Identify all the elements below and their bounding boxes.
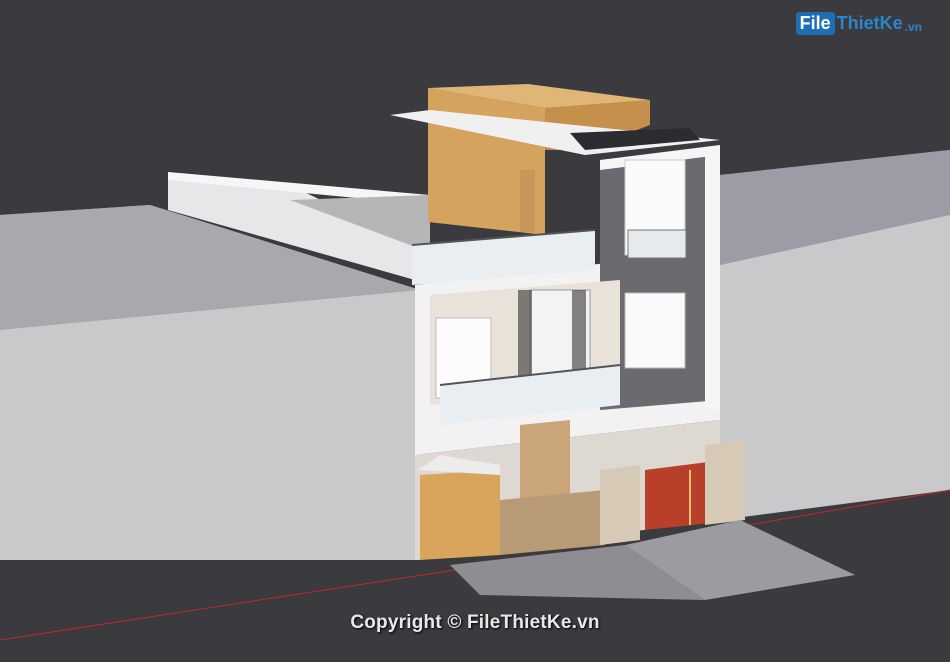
gate-pillar-mid — [600, 465, 640, 545]
decorative-screen-right — [572, 290, 586, 370]
second-floor-window-right — [624, 292, 686, 369]
upper-window-rail — [627, 229, 687, 259]
stair-door — [520, 170, 535, 232]
front-fence — [500, 490, 605, 555]
tower-side-frame — [705, 150, 720, 410]
logo-brand-text: ThietKe — [836, 13, 903, 33]
scene: File ThietKe .vn Copyright © FileThietKe… — [0, 0, 950, 657]
logo-file-text: File — [795, 12, 835, 35]
copyright-watermark: Copyright © FileThietKe.vn — [350, 612, 600, 633]
site-logo: File ThietKe .vn — [795, 12, 922, 35]
logo-domain-text: .vn — [904, 19, 922, 34]
gate-pillar-left — [420, 470, 500, 560]
gate-pillar-right — [705, 440, 745, 525]
house-model-render — [0, 0, 950, 657]
